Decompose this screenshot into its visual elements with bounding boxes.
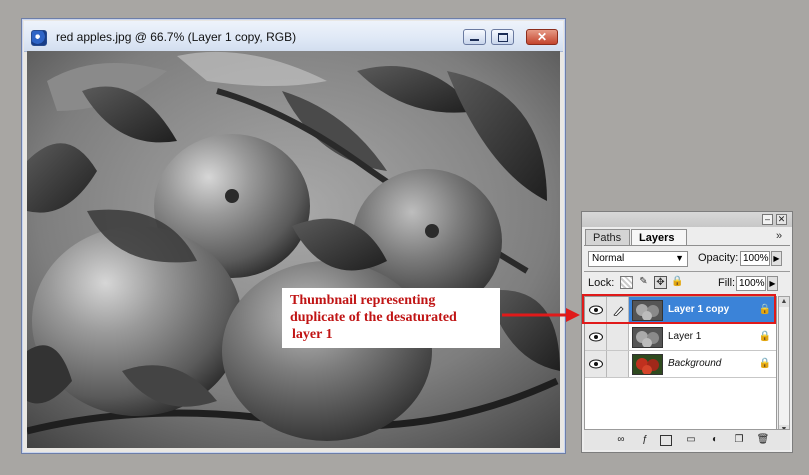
- layer-thumbnail-grayscale: [632, 327, 663, 348]
- delete-layer-icon[interactable]: 🗑: [756, 433, 770, 446]
- new-group-icon[interactable]: ▭: [684, 433, 698, 446]
- document-window: red apples.jpg @ 66.7% (Layer 1 copy, RG…: [21, 18, 566, 454]
- opacity-slider-button[interactable]: ▶: [771, 251, 782, 266]
- panel-body: Normal ▼ Opacity: 100% ▶ Lock: ✎ ✥ 🔒 Fil…: [584, 245, 790, 450]
- fill-label: Fill:: [718, 277, 736, 289]
- annotation-line-1: Thumbnail representing: [290, 293, 436, 308]
- image-canvas[interactable]: [27, 51, 560, 448]
- layers-scrollbar[interactable]: ▲ ▼: [778, 296, 790, 436]
- lock-label: Lock:: [588, 277, 615, 289]
- lock-transparency-icon[interactable]: [620, 276, 633, 289]
- visibility-eye-icon[interactable]: [585, 351, 607, 377]
- separator: [584, 271, 790, 272]
- tab-layers[interactable]: Layers: [631, 229, 687, 245]
- annotation-arrow-icon: [502, 308, 580, 322]
- minimize-button[interactable]: [463, 29, 486, 45]
- link-cell[interactable]: [607, 324, 629, 350]
- adjustment-layer-icon[interactable]: ◐: [708, 433, 722, 446]
- apples-photo: [27, 51, 560, 448]
- lock-brush-icon[interactable]: ✎: [637, 276, 650, 289]
- dropdown-arrow-icon: ▼: [675, 253, 684, 263]
- panel-menu-button[interactable]: »: [776, 230, 782, 242]
- link-cell[interactable]: [607, 351, 629, 377]
- maximize-icon: [497, 32, 508, 42]
- document-title: red apples.jpg @ 66.7% (Layer 1 copy, RG…: [56, 30, 297, 44]
- close-button[interactable]: ✕: [526, 29, 558, 45]
- tab-paths[interactable]: Paths: [585, 229, 630, 245]
- panel-minimize-button[interactable]: –: [762, 214, 773, 225]
- opacity-label: Opacity:: [698, 252, 739, 264]
- scroll-up-icon[interactable]: ▲: [779, 297, 789, 307]
- blend-mode-select[interactable]: Normal ▼: [588, 251, 688, 267]
- layer-row-layer-1[interactable]: Layer 1 🔒: [585, 324, 776, 351]
- layer-name[interactable]: Background: [668, 358, 721, 369]
- selected-layer-highlight: [582, 294, 776, 324]
- blend-mode-value: Normal: [592, 253, 625, 264]
- maximize-button[interactable]: [491, 29, 514, 45]
- document-title-bar[interactable]: red apples.jpg @ 66.7% (Layer 1 copy, RG…: [24, 21, 563, 52]
- annotation-line-2: duplicate of the desaturated: [290, 310, 457, 325]
- layer-lock-icon: 🔒: [758, 331, 771, 342]
- minimize-icon: [470, 39, 479, 41]
- fill-field[interactable]: 100%: [736, 276, 766, 291]
- panel-close-button[interactable]: ✕: [776, 214, 787, 225]
- layer-lock-icon: 🔒: [758, 358, 771, 369]
- add-mask-icon[interactable]: [660, 435, 672, 446]
- annotation-callout: Thumbnail representing duplicate of the …: [282, 288, 500, 348]
- lock-all-icon[interactable]: 🔒: [671, 276, 684, 289]
- fill-slider-button[interactable]: ▶: [767, 276, 778, 291]
- photoshop-app-icon: [31, 30, 47, 46]
- layers-footer: ∞ ƒ ▭ ◐ ❐ 🗑: [584, 429, 790, 450]
- lock-move-icon[interactable]: ✥: [654, 276, 667, 289]
- visibility-eye-icon[interactable]: [585, 324, 607, 350]
- add-style-icon[interactable]: ƒ: [638, 433, 652, 446]
- link-layers-icon[interactable]: ∞: [614, 433, 628, 446]
- close-icon: ✕: [536, 30, 548, 44]
- annotation-line-3: layer 1: [292, 327, 333, 342]
- layer-row-background[interactable]: Background 🔒: [585, 351, 776, 378]
- opacity-field[interactable]: 100%: [740, 251, 770, 266]
- new-layer-icon[interactable]: ❐: [732, 433, 746, 446]
- layer-thumbnail-color: [632, 354, 663, 375]
- layer-name[interactable]: Layer 1: [668, 331, 701, 342]
- layers-panel: – ✕ Paths Layers » Normal ▼ Opacity: 100…: [581, 211, 793, 453]
- panel-title-bar[interactable]: – ✕: [582, 212, 792, 227]
